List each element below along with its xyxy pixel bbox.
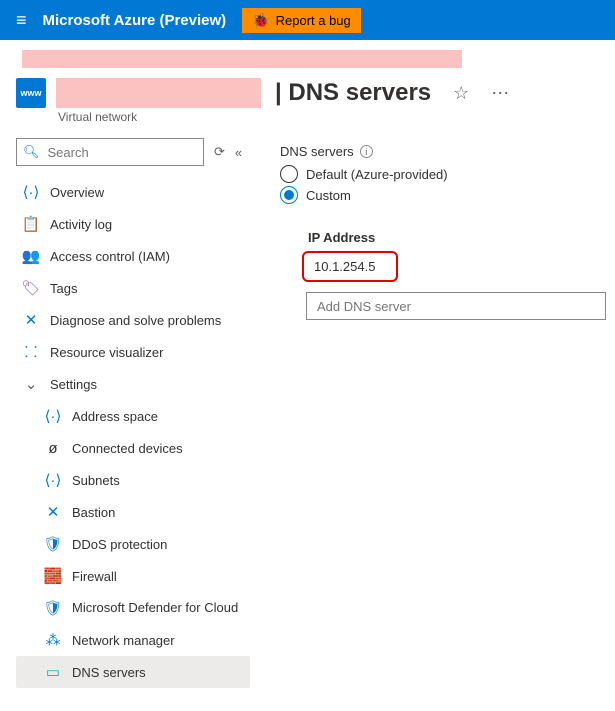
nav-label: Diagnose and solve problems xyxy=(50,313,221,328)
add-dns-row[interactable] xyxy=(306,292,606,320)
vnet-icon: www xyxy=(16,78,46,108)
nav-label: Access control (IAM) xyxy=(50,249,170,264)
nav-label: Subnets xyxy=(72,473,120,488)
breadcrumb xyxy=(22,50,615,68)
main-panel: DNS servers i Default (Azure-provided) C… xyxy=(258,138,615,688)
nav-overview[interactable]: ⟨·⟩ Overview xyxy=(16,176,250,208)
page-title: | DNS servers xyxy=(275,79,431,107)
add-dns-input[interactable] xyxy=(315,298,597,315)
radio-icon xyxy=(280,165,298,183)
nav-bastion[interactable]: ✕ Bastion xyxy=(16,496,250,528)
nav-netmgr[interactable]: ⁂ Network manager xyxy=(16,624,250,656)
nav-defender[interactable]: 🛡 Microsoft Defender for Cloud xyxy=(16,592,250,624)
ip-address-value[interactable]: 10.1.254.5 xyxy=(302,251,398,282)
title-redacted xyxy=(56,78,261,108)
nav-label: Address space xyxy=(72,409,158,424)
search-box[interactable]: 🔍︎ xyxy=(16,138,204,166)
radio-default-label: Default (Azure-provided) xyxy=(306,167,448,182)
bug-icon: 🐞 xyxy=(252,12,269,29)
dns-servers-label-row: DNS servers i xyxy=(280,144,615,159)
nav-label: Firewall xyxy=(72,569,117,584)
refresh-icon[interactable]: ⟳ xyxy=(214,144,225,160)
subnets-icon: ⟨·⟩ xyxy=(44,471,62,489)
search-icon: 🔍︎ xyxy=(23,144,40,160)
dns-servers-label: DNS servers xyxy=(280,144,354,159)
defender-icon: 🛡 xyxy=(44,599,62,617)
nav-label: Settings xyxy=(50,377,97,392)
bastion-icon: ✕ xyxy=(44,503,62,521)
nav-dns[interactable]: ▭ DNS servers xyxy=(16,656,250,688)
nav-label: Connected devices xyxy=(72,441,183,456)
visualizer-icon: ⸬ xyxy=(22,343,40,361)
nav-connected[interactable]: ø Connected devices xyxy=(16,432,250,464)
page-header: www | DNS servers ☆ ⋯ xyxy=(16,78,615,108)
sidebar: 🔍︎ ⟳ « ⟨·⟩ Overview 📋 Activity log 👥 Access… xyxy=(0,138,258,688)
nav-list: ⟨·⟩ Overview 📋 Activity log 👥 Access contro… xyxy=(16,176,250,688)
devices-icon: ø xyxy=(44,439,62,457)
chevron-down-icon: ⌄ xyxy=(22,375,40,393)
nav-label: DDoS protection xyxy=(72,537,167,552)
nav-subnets[interactable]: ⟨·⟩ Subnets xyxy=(16,464,250,496)
nav-label: Microsoft Defender for Cloud xyxy=(72,600,238,616)
nav-address-space[interactable]: ⟨·⟩ Address space xyxy=(16,400,250,432)
nav-label: Activity log xyxy=(50,217,112,232)
report-bug-label: Report a bug xyxy=(276,13,351,28)
addrspace-icon: ⟨·⟩ xyxy=(44,407,62,425)
app-title: Microsoft Azure (Preview) xyxy=(43,12,227,29)
radio-custom-label: Custom xyxy=(306,188,351,203)
search-input[interactable] xyxy=(46,144,197,161)
nav-label: DNS servers xyxy=(72,665,146,680)
nav-ddos[interactable]: 🛡 DDoS protection xyxy=(16,528,250,560)
overview-icon: ⟨·⟩ xyxy=(22,183,40,201)
nav-label: Tags xyxy=(50,281,77,296)
radio-icon-checked xyxy=(280,186,298,204)
iam-icon: 👥 xyxy=(22,247,40,265)
nav-diagnose[interactable]: ✕ Diagnose and solve problems xyxy=(16,304,250,336)
nav-label: Bastion xyxy=(72,505,115,520)
resource-type-label: Virtual network xyxy=(58,110,615,124)
netmgr-icon: ⁂ xyxy=(44,631,62,649)
nav-activity[interactable]: 📋 Activity log xyxy=(16,208,250,240)
nav-label: Network manager xyxy=(72,633,175,648)
more-icon[interactable]: ⋯ xyxy=(491,83,509,104)
info-icon[interactable]: i xyxy=(360,145,373,158)
dns-icon: ▭ xyxy=(44,663,62,681)
shield-icon: 🛡 xyxy=(44,535,62,553)
nav-label: Overview xyxy=(50,185,104,200)
report-bug-button[interactable]: 🐞 Report a bug xyxy=(242,8,361,33)
nav-settings[interactable]: ⌄ Settings xyxy=(16,368,250,400)
radio-custom[interactable]: Custom xyxy=(280,186,615,204)
diagnose-icon: ✕ xyxy=(22,311,40,329)
radio-default[interactable]: Default (Azure-provided) xyxy=(280,165,615,183)
nav-label: Resource visualizer xyxy=(50,345,163,360)
nav-firewall[interactable]: 🧱 Firewall xyxy=(16,560,250,592)
nav-iam[interactable]: 👥 Access control (IAM) xyxy=(16,240,250,272)
nav-tags[interactable]: 🏷 Tags xyxy=(16,272,250,304)
firewall-icon: 🧱 xyxy=(44,567,62,585)
menu-icon[interactable]: ≡ xyxy=(16,10,27,31)
topbar: ≡ Microsoft Azure (Preview) 🐞 Report a b… xyxy=(0,0,615,40)
log-icon: 📋 xyxy=(22,215,40,233)
nav-visualizer[interactable]: ⸬ Resource visualizer xyxy=(16,336,250,368)
ip-address-header: IP Address xyxy=(308,230,615,245)
collapse-icon[interactable]: « xyxy=(235,145,242,160)
tag-icon: 🏷 xyxy=(22,279,40,297)
favorite-icon[interactable]: ☆ xyxy=(453,83,469,104)
breadcrumb-redacted xyxy=(22,50,462,68)
